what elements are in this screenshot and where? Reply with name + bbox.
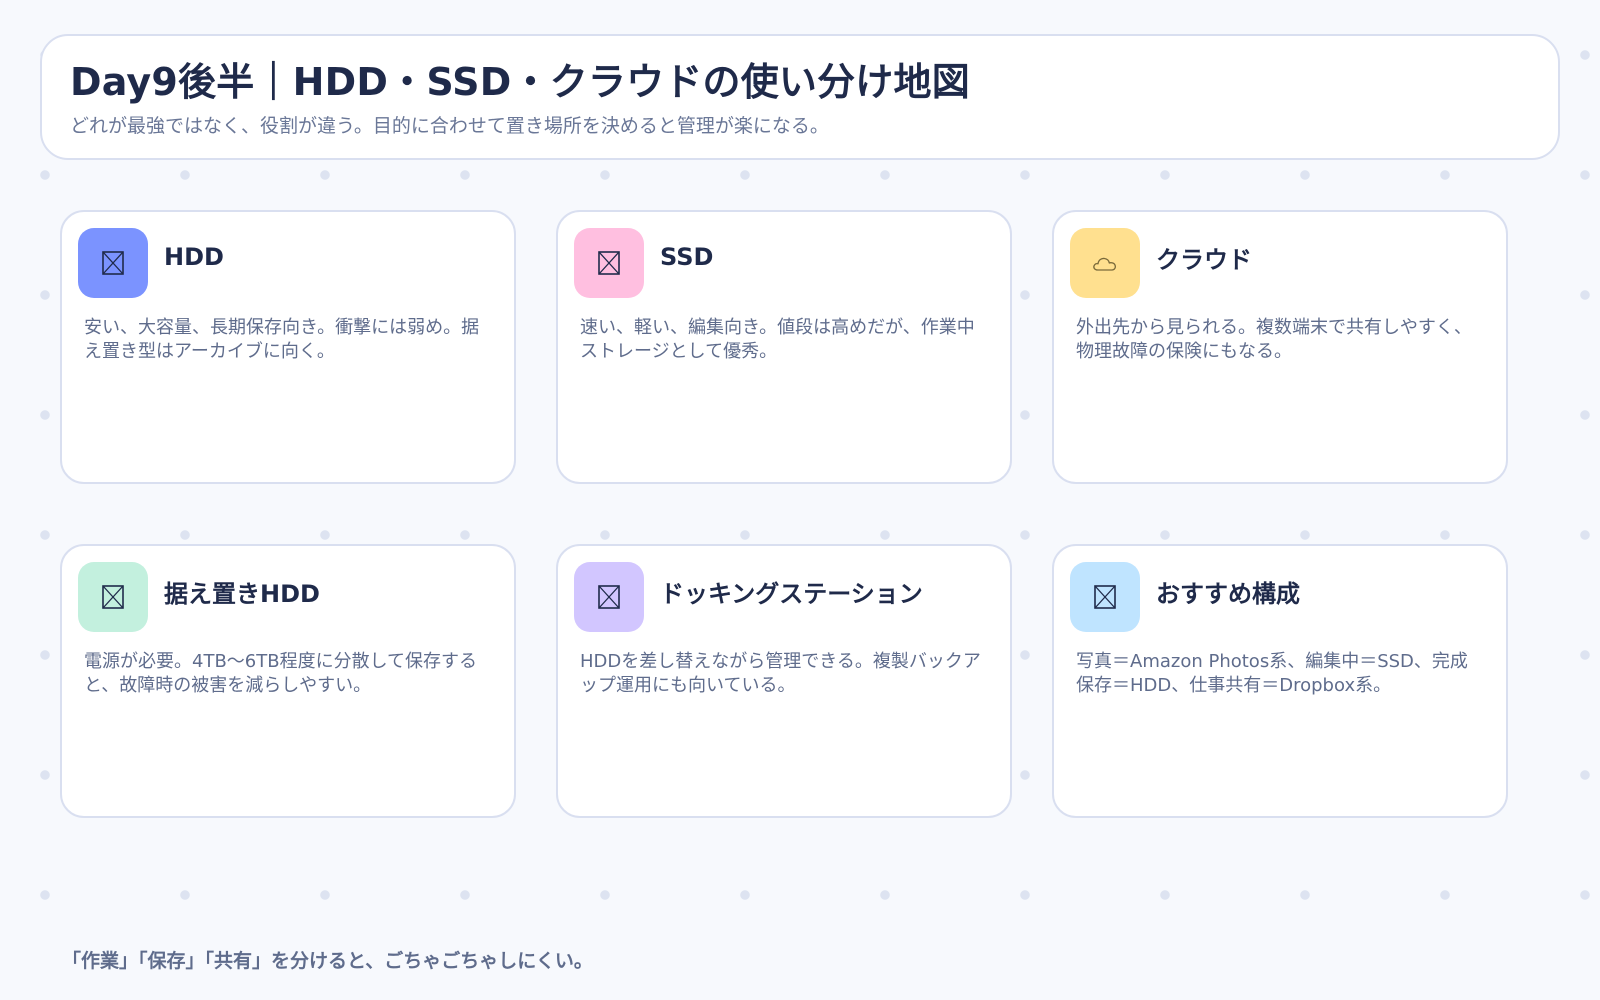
- card-title-cloud: クラウド: [1156, 245, 1252, 274]
- card-description-cloud: 外出先から見られる。複数端末で共有しやすく、物理故障の保険にもなる。: [1076, 317, 1472, 362]
- card-docking-station: ドッキングステーション HDDを差し替えながら管理できる。複製バックアップ運用に…: [556, 544, 1012, 818]
- card-title-desktop-hdd: 据え置きHDD: [164, 579, 320, 608]
- card-description-desktop-hdd: 電源が必要。4TB〜6TB程度に分散して保存すると、故障時の被害を減らしやすい。: [84, 651, 478, 696]
- docking-station-icon: [574, 562, 644, 632]
- footer-note: 「作業」「保存」「共有」を分けると、ごちゃごちゃしにくい。: [62, 950, 593, 972]
- storage-card-grid: HDD 安い、大容量、長期保存向き。衝撃には弱め。据え置き型はアーカイブに向く。…: [60, 210, 1508, 818]
- cloud-icon: [1070, 228, 1140, 298]
- card-description-ssd: 速い、軽い、編集向き。値段は高めだが、作業中ストレージとして優秀。: [580, 317, 975, 362]
- recommended-setup-icon: [1070, 562, 1140, 632]
- hdd-icon: [78, 228, 148, 298]
- card-hdd: HDD 安い、大容量、長期保存向き。衝撃には弱め。据え置き型はアーカイブに向く。: [60, 210, 516, 484]
- ssd-icon: [574, 228, 644, 298]
- page-subtitle: どれが最強ではなく、役割が違う。目的に合わせて置き場所を決めると管理が楽になる。: [70, 114, 829, 137]
- card-title-docking-station: ドッキングステーション: [660, 579, 923, 608]
- card-desktop-hdd: 据え置きHDD 電源が必要。4TB〜6TB程度に分散して保存すると、故障時の被害…: [60, 544, 516, 818]
- card-title-hdd: HDD: [164, 243, 224, 271]
- page-title: Day9後半｜HDD・SSD・クラウドの使い分け地図: [70, 60, 970, 104]
- card-ssd: SSD 速い、軽い、編集向き。値段は高めだが、作業中ストレージとして優秀。: [556, 210, 1012, 484]
- card-description-recommended-setup: 写真＝Amazon Photos系、編集中＝SSD、完成保存＝HDD、仕事共有＝…: [1076, 651, 1468, 696]
- card-title-ssd: SSD: [660, 243, 714, 271]
- card-description-hdd: 安い、大容量、長期保存向き。衝撃には弱め。据え置き型はアーカイブに向く。: [84, 317, 480, 362]
- card-recommended-setup: おすすめ構成 写真＝Amazon Photos系、編集中＝SSD、完成保存＝HD…: [1052, 544, 1508, 818]
- card-title-recommended-setup: おすすめ構成: [1156, 579, 1300, 608]
- card-cloud: クラウド 外出先から見られる。複数端末で共有しやすく、物理故障の保険にもなる。: [1052, 210, 1508, 484]
- header-panel: Day9後半｜HDD・SSD・クラウドの使い分け地図 どれが最強ではなく、役割が…: [40, 34, 1560, 160]
- card-description-docking-station: HDDを差し替えながら管理できる。複製バックアップ運用にも向いている。: [580, 651, 981, 696]
- desktop-hdd-icon: [78, 562, 148, 632]
